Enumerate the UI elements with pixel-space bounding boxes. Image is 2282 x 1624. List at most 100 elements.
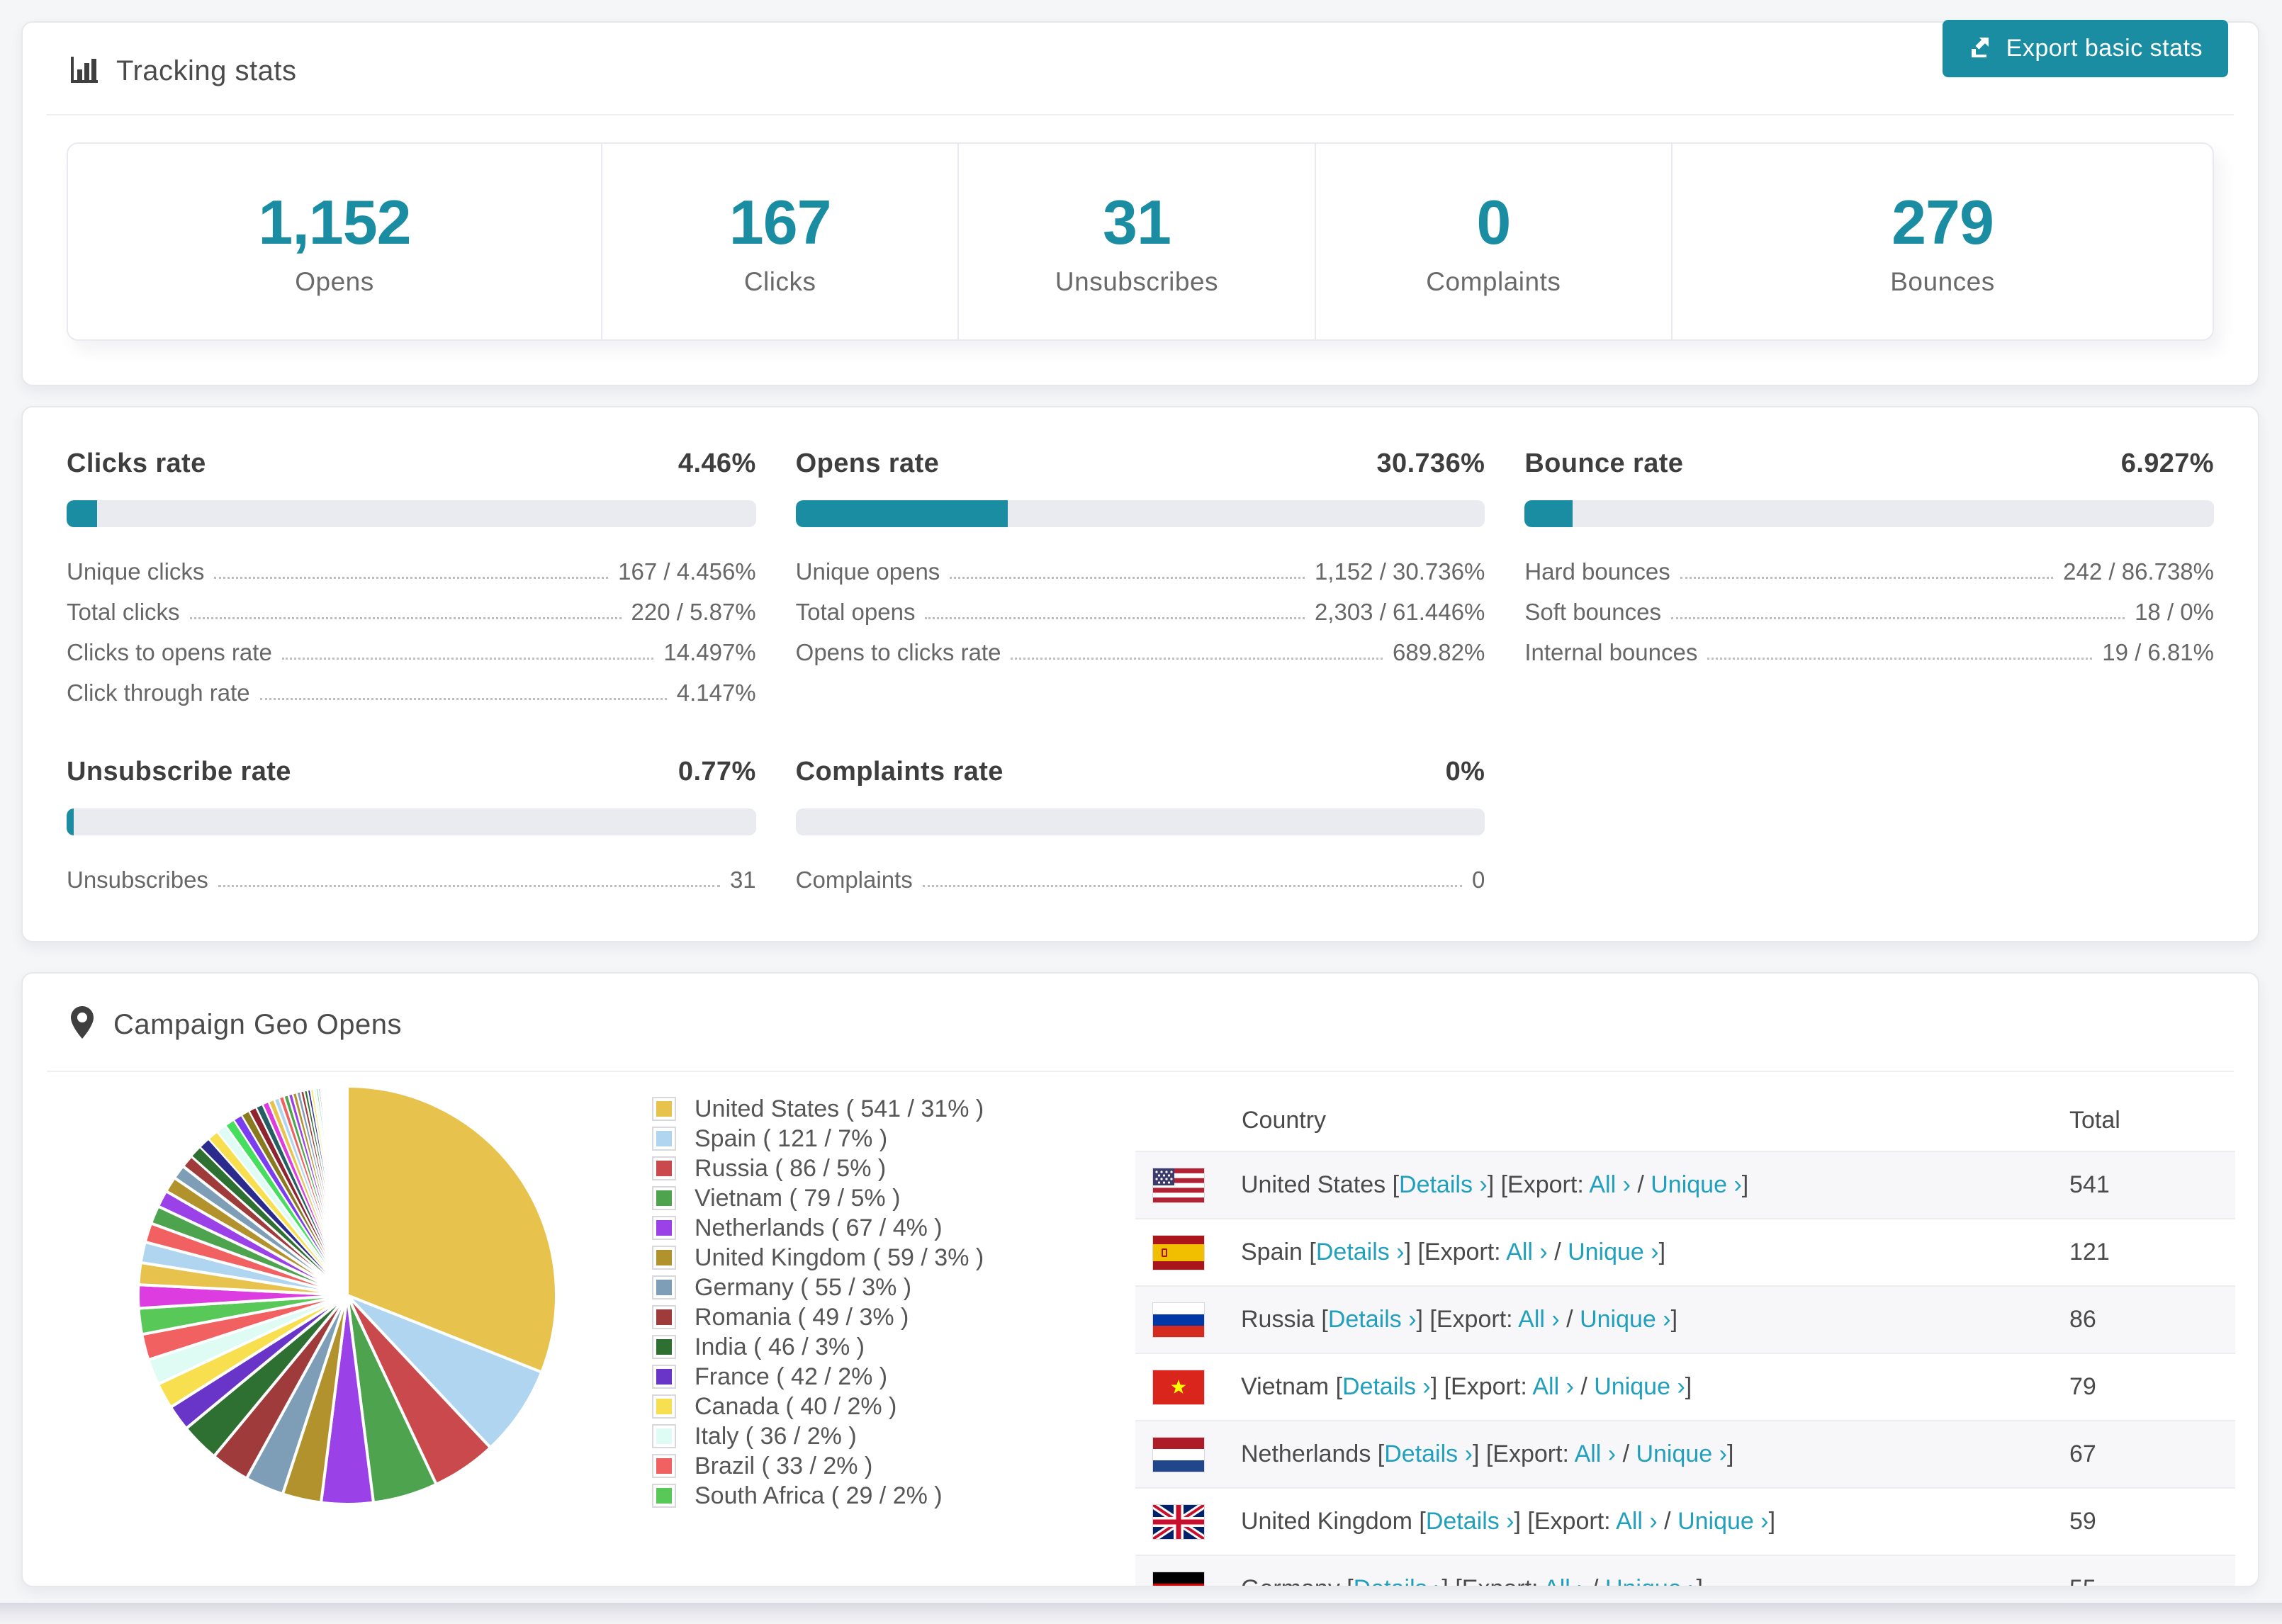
legend-item-united-kingdom[interactable]: United Kingdom ( 59 / 3% ) bbox=[652, 1243, 984, 1273]
export-unique-link[interactable]: Unique › bbox=[1651, 1171, 1742, 1198]
details-link[interactable]: Details › bbox=[1384, 1440, 1473, 1467]
rate-progress-fill bbox=[1524, 500, 1573, 527]
export-unique-link[interactable]: Unique › bbox=[1605, 1575, 1697, 1586]
details-link[interactable]: Details › bbox=[1354, 1575, 1442, 1586]
export-prefix: ] [Export: bbox=[1514, 1508, 1617, 1535]
bracket: ] bbox=[1741, 1171, 1749, 1198]
rate-block-complaints-rate: Complaints rate 0% Complaints 0 bbox=[795, 757, 1485, 893]
legend-label: Romania ( 49 / 3% ) bbox=[695, 1303, 909, 1331]
country-cell: Spain [Details ›] [Export: All › / Uniqu… bbox=[1204, 1239, 2069, 1266]
link-separator: / bbox=[1657, 1508, 1678, 1535]
legend-item-romania[interactable]: Romania ( 49 / 3% ) bbox=[652, 1302, 984, 1332]
legend-item-russia[interactable]: Russia ( 86 / 5% ) bbox=[652, 1154, 984, 1183]
rate-row: Unique opens 1,152 / 30.736% bbox=[796, 544, 1485, 585]
legend-swatch bbox=[652, 1365, 676, 1389]
legend-item-italy[interactable]: Italy ( 36 / 2% ) bbox=[652, 1421, 984, 1451]
link-separator: / bbox=[1616, 1440, 1636, 1467]
rate-progress-fill bbox=[67, 500, 98, 527]
export-unique-link[interactable]: Unique › bbox=[1677, 1508, 1769, 1535]
rate-progress-bar bbox=[795, 500, 1485, 527]
export-all-link[interactable]: All › bbox=[1518, 1306, 1560, 1333]
export-unique-link[interactable]: Unique › bbox=[1568, 1239, 1659, 1265]
rates-card: Clicks rate 4.46% Unique clicks 167 / 4.456… bbox=[21, 406, 2259, 942]
details-link[interactable]: Details › bbox=[1426, 1508, 1514, 1535]
legend-item-canada[interactable]: Canada ( 40 / 2% ) bbox=[652, 1392, 984, 1421]
export-button-label: Export basic stats bbox=[2006, 35, 2203, 62]
export-unique-link[interactable]: Unique › bbox=[1594, 1373, 1685, 1400]
rate-title: Unsubscribe rate bbox=[67, 757, 291, 786]
legend-label: United Kingdom ( 59 / 3% ) bbox=[695, 1244, 984, 1271]
bracket: ] bbox=[1696, 1575, 1702, 1586]
stat-value: 31 bbox=[1103, 187, 1171, 257]
dotted-leader bbox=[1670, 617, 2125, 619]
details-link[interactable]: Details › bbox=[1328, 1306, 1417, 1333]
geo-pie-chart bbox=[135, 1083, 560, 1508]
details-link[interactable]: Details › bbox=[1399, 1171, 1488, 1198]
rate-row: Soft bounces 18 / 0% bbox=[1524, 585, 2214, 625]
legend-item-south-africa[interactable]: South Africa ( 29 / 2% ) bbox=[652, 1481, 984, 1511]
rate-row-label: Total clicks bbox=[67, 599, 180, 626]
legend-item-netherlands[interactable]: Netherlands ( 67 / 4% ) bbox=[652, 1213, 984, 1243]
geo-table-row-de: Germany [Details ›] [Export: All › / Uni… bbox=[1135, 1555, 2235, 1586]
export-all-link[interactable]: All › bbox=[1589, 1171, 1631, 1198]
country-cell: Russia [Details ›] [Export: All › / Uniq… bbox=[1204, 1306, 2069, 1333]
export-all-link[interactable]: All › bbox=[1544, 1575, 1585, 1586]
export-unique-link[interactable]: Unique › bbox=[1580, 1306, 1671, 1333]
rate-rows: Unique clicks 167 / 4.456% Total clicks 220… bbox=[67, 544, 756, 706]
rate-block-clicks-rate: Clicks rate 4.46% Unique clicks 167 / 4.456… bbox=[67, 449, 756, 706]
rate-row: Unsubscribes 31 bbox=[67, 852, 756, 893]
country-cell: Germany [Details ›] [Export: All › / Uni… bbox=[1204, 1575, 2069, 1586]
export-unique-link[interactable]: Unique › bbox=[1636, 1440, 1727, 1467]
legend-swatch bbox=[652, 1305, 676, 1329]
details-link[interactable]: Details › bbox=[1342, 1373, 1431, 1400]
country-cell: United States [Details ›] [Export: All ›… bbox=[1204, 1171, 2069, 1199]
flag-ru-icon bbox=[1153, 1302, 1204, 1337]
stat-label: Unsubscribes bbox=[1055, 267, 1219, 296]
rate-block-bounce-rate: Bounce rate 6.927% Hard bounces 242 / 86.73… bbox=[1524, 449, 2214, 706]
rate-head: Bounce rate 6.927% bbox=[1524, 449, 2214, 479]
export-all-link[interactable]: All › bbox=[1532, 1373, 1574, 1400]
legend-swatch bbox=[652, 1424, 676, 1448]
flag-de-icon bbox=[1153, 1572, 1204, 1586]
legend-label: Netherlands ( 67 / 4% ) bbox=[695, 1214, 943, 1241]
dotted-leader bbox=[950, 577, 1305, 579]
details-link[interactable]: Details › bbox=[1316, 1239, 1405, 1265]
dotted-leader bbox=[214, 577, 609, 579]
export-all-link[interactable]: All › bbox=[1616, 1508, 1658, 1535]
legend-item-spain[interactable]: Spain ( 121 / 7% ) bbox=[652, 1124, 984, 1154]
rate-row-value: 242 / 86.738% bbox=[2063, 558, 2214, 585]
export-basic-stats-button[interactable]: Export basic stats bbox=[1942, 20, 2228, 77]
link-separator: / bbox=[1585, 1575, 1605, 1586]
legend-item-brazil[interactable]: Brazil ( 33 / 2% ) bbox=[652, 1451, 984, 1481]
rate-head: Unsubscribe rate 0.77% bbox=[67, 757, 756, 787]
legend-swatch bbox=[652, 1275, 676, 1299]
legend-item-india[interactable]: India ( 46 / 3% ) bbox=[652, 1332, 984, 1362]
legend-item-united-states[interactable]: United States ( 541 / 31% ) bbox=[652, 1094, 984, 1124]
stat-label: Clicks bbox=[743, 267, 816, 296]
rate-row: Hard bounces 242 / 86.738% bbox=[1524, 544, 2214, 585]
flag-vn-icon bbox=[1153, 1370, 1204, 1404]
dotted-leader bbox=[1011, 658, 1383, 660]
total-cell: 541 bbox=[2069, 1171, 2110, 1198]
legend-item-germany[interactable]: Germany ( 55 / 3% ) bbox=[652, 1273, 984, 1302]
country-cell: Vietnam [Details ›] [Export: All › / Uni… bbox=[1204, 1373, 2069, 1401]
legend-label: Brazil ( 33 / 2% ) bbox=[695, 1452, 873, 1479]
rate-title: Bounce rate bbox=[1524, 449, 1684, 478]
rate-progress-bar bbox=[1524, 500, 2214, 527]
campaign-geo-opens-card: Campaign Geo Opens United States ( 541 /… bbox=[21, 972, 2259, 1587]
bracket: [ bbox=[1392, 1171, 1400, 1198]
export-all-link[interactable]: All › bbox=[1506, 1239, 1548, 1265]
dotted-leader bbox=[189, 617, 622, 619]
rate-row-value: 31 bbox=[729, 867, 756, 893]
export-all-link[interactable]: All › bbox=[1575, 1440, 1617, 1467]
export-prefix: ] [Export: bbox=[1441, 1575, 1544, 1586]
legend-item-vietnam[interactable]: Vietnam ( 79 / 5% ) bbox=[652, 1183, 984, 1213]
stat-label: Complaints bbox=[1426, 267, 1561, 296]
stat-value: 167 bbox=[729, 187, 832, 257]
legend-swatch bbox=[652, 1156, 676, 1180]
dotted-leader bbox=[259, 698, 667, 700]
dotted-leader bbox=[281, 658, 654, 660]
rate-row-value: 14.497% bbox=[663, 639, 756, 666]
legend-item-france[interactable]: France ( 42 / 2% ) bbox=[652, 1362, 984, 1392]
rate-row-value: 0 bbox=[1471, 867, 1485, 893]
